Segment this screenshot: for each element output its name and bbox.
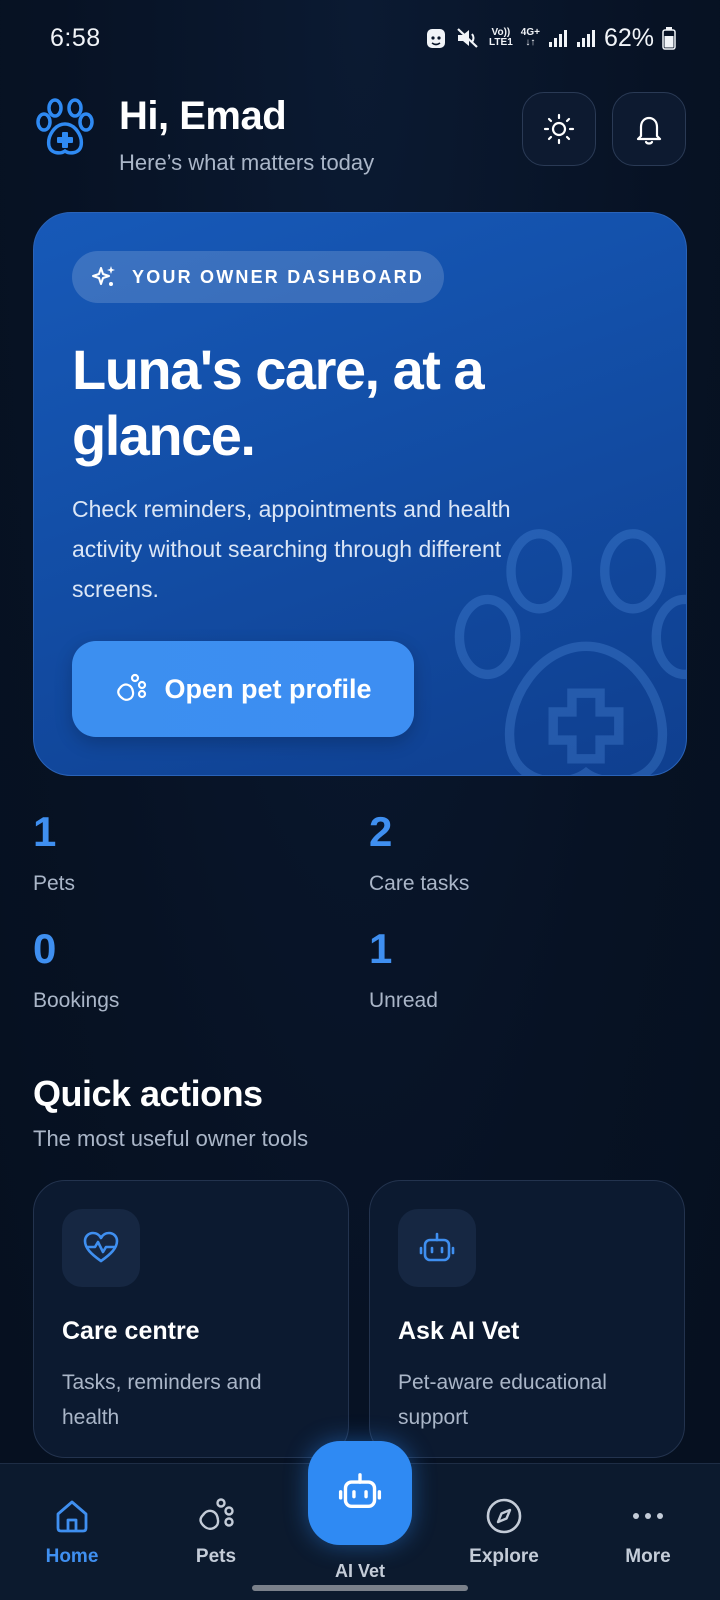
sun-icon bbox=[543, 113, 575, 145]
care-centre-icon-box bbox=[62, 1209, 140, 1287]
volte-indicator: Vo)) LTE1 bbox=[489, 27, 513, 48]
network-type-indicator: 4G+ ↓↑ bbox=[520, 27, 540, 48]
ask-ai-vet-icon-box bbox=[398, 1209, 476, 1287]
signal-icon bbox=[548, 30, 567, 47]
hero-description: Check reminders, appointments and health… bbox=[72, 496, 511, 602]
mute-icon bbox=[457, 28, 478, 48]
paw-icon bbox=[199, 1498, 234, 1530]
stat-value: 1 bbox=[33, 808, 57, 855]
dashboard-pill-label: YOUR OWNER DASHBOARD bbox=[132, 266, 425, 287]
sparkles-icon bbox=[92, 266, 115, 286]
ask-ai-vet-card[interactable]: Ask AI Vet Pet-aware educational support bbox=[369, 1180, 685, 1458]
stat-label: Care tasks bbox=[369, 872, 470, 895]
app-screen: 6:58 Vo)) LTE1 4G+ ↓↑ 62% Hi, Emad Here’… bbox=[0, 0, 720, 1600]
nav-item-pets[interactable]: Pets bbox=[156, 1496, 276, 1568]
nav-label-more: More bbox=[625, 1546, 671, 1567]
status-bar: 6:58 Vo)) LTE1 4G+ ↓↑ 62% bbox=[0, 0, 720, 80]
hero-title: Luna's care, at a glance. bbox=[72, 338, 485, 467]
ask-ai-vet-description: Pet-aware educational support bbox=[398, 1371, 607, 1429]
status-time: 6:58 bbox=[50, 24, 101, 52]
quick-actions-title: Quick actions bbox=[33, 1073, 263, 1114]
nav-label-home: Home bbox=[45, 1546, 99, 1567]
nav-item-home[interactable]: Home bbox=[12, 1496, 132, 1568]
stat-label: Bookings bbox=[33, 989, 120, 1012]
stat-label: Pets bbox=[33, 872, 76, 895]
stat-pets: 1 Pets bbox=[33, 808, 333, 896]
nav-item-explore[interactable]: Explore bbox=[444, 1496, 564, 1568]
ai-vet-fab-button[interactable] bbox=[308, 1441, 412, 1545]
robot-icon bbox=[419, 1232, 455, 1262]
home-indicator bbox=[252, 1585, 468, 1591]
open-pet-profile-button[interactable]: Open pet profile bbox=[72, 641, 414, 737]
stat-unread: 1 Unread bbox=[369, 925, 669, 1013]
home-icon bbox=[56, 1500, 88, 1533]
nav-label-pets: Pets bbox=[195, 1546, 237, 1567]
quick-actions-subtitle: The most useful owner tools bbox=[33, 1126, 309, 1151]
care-centre-title: Care centre bbox=[62, 1317, 200, 1345]
status-icons: Vo)) LTE1 4G+ ↓↑ 62% bbox=[425, 22, 676, 54]
greeting-title: Hi, Emad bbox=[119, 94, 287, 138]
owner-dashboard-card: YOUR OWNER DASHBOARD Luna's care, at a g… bbox=[33, 212, 687, 776]
stat-care-tasks: 2 Care tasks bbox=[369, 808, 669, 896]
bell-icon bbox=[636, 116, 662, 145]
stat-value: 1 bbox=[369, 925, 393, 972]
signal-icon-2 bbox=[576, 30, 595, 47]
nav-label-explore: Explore bbox=[469, 1546, 539, 1567]
heart-pulse-icon bbox=[83, 1231, 119, 1263]
greeting-subtitle: Here’s what matters today bbox=[119, 150, 375, 175]
stat-value: 2 bbox=[369, 808, 393, 855]
more-dots-icon bbox=[633, 1513, 663, 1519]
android-notification-icon bbox=[427, 29, 446, 48]
robot-icon bbox=[338, 1473, 382, 1509]
nav-item-more[interactable]: More bbox=[588, 1496, 708, 1568]
battery-icon bbox=[662, 27, 676, 50]
notifications-button[interactable] bbox=[612, 92, 686, 166]
open-pet-profile-label: Open pet profile bbox=[164, 673, 372, 704]
nav-label-ai-vet: AI Vet bbox=[334, 1561, 386, 1581]
stat-label: Unread bbox=[369, 989, 438, 1012]
header: Hi, Emad Here’s what matters today bbox=[33, 92, 687, 182]
care-centre-card[interactable]: Care centre Tasks, reminders and health bbox=[33, 1180, 349, 1458]
dashboard-pill: YOUR OWNER DASHBOARD bbox=[72, 251, 445, 303]
stat-bookings: 0 Bookings bbox=[33, 925, 333, 1013]
ask-ai-vet-title: Ask AI Vet bbox=[398, 1317, 520, 1345]
battery-percent: 62% bbox=[603, 23, 654, 52]
theme-toggle-button[interactable] bbox=[522, 92, 596, 166]
compass-icon bbox=[486, 1498, 522, 1534]
stat-value: 0 bbox=[33, 925, 57, 972]
paw-icon bbox=[117, 673, 147, 701]
care-centre-description: Tasks, reminders and health bbox=[62, 1371, 262, 1429]
paw-medical-logo-icon bbox=[36, 98, 94, 155]
